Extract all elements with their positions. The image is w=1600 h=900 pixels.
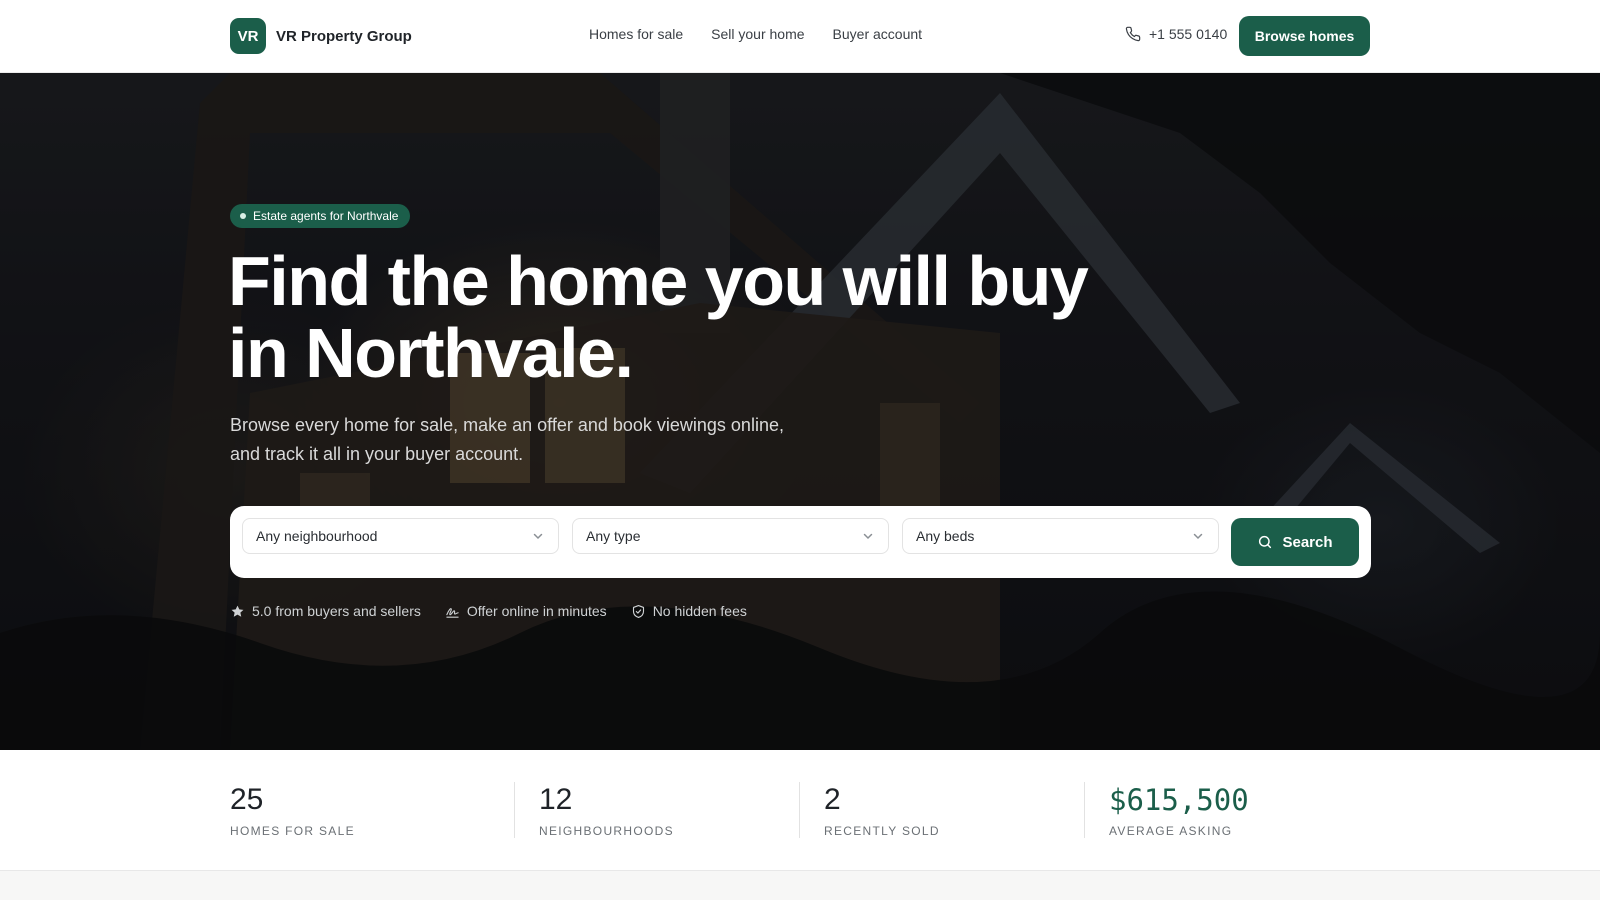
stats-bar: 25 HOMES FOR SALE 12 NEIGHBOURHOODS 2 RE… [0,750,1600,871]
trust-offer: Offer online in minutes [445,603,607,619]
trust-fees: No hidden fees [631,603,747,619]
phone-icon [1125,26,1141,42]
next-section-edge [0,871,1600,900]
type-value: Any type [586,528,641,544]
hero-title-line-2: in Northvale. [228,314,634,392]
stat-neighbourhoods: 12 NEIGHBOURHOODS [539,782,674,838]
neighbourhood-value: Any neighbourhood [256,528,378,544]
stat-divider [1084,782,1085,838]
search-panel: Any neighbourhood Any type Any beds Sear… [230,506,1371,578]
brand[interactable]: VR VR Property Group [230,18,412,54]
hero-subtitle: Browse every home for sale, make an offe… [230,415,784,464]
badge-dot [240,213,246,219]
beds-value: Any beds [916,528,975,544]
stat-divider [514,782,515,838]
type-select[interactable]: Any type [572,518,889,554]
stat-label: RECENTLY SOLD [824,824,940,838]
browse-homes-button[interactable]: Browse homes [1239,16,1370,56]
chevron-down-icon [1193,533,1203,540]
badge-label: Estate agents for Northvale [253,209,399,223]
hero-title-line-1: Find the home you will buy [228,242,1089,320]
chevron-down-icon [533,533,543,540]
stat-average-asking: $615,500 AVERAGE ASKING [1109,782,1249,838]
phone-link[interactable]: +1 555 0140 [1125,26,1227,42]
shield-check-icon [632,604,644,618]
stat-value: 25 [230,783,264,816]
hero: Estate agents for Northvale Find the hom… [0,73,1600,750]
main-nav: Homes for sale Sell your home Buyer acco… [589,26,922,42]
stat-value: 2 [824,783,841,816]
trust-rating: 5.0 from buyers and sellers [230,603,421,619]
brand-logo: VR [230,18,266,54]
stat-recently-sold: 2 RECENTLY SOLD [824,782,940,838]
stat-label: AVERAGE ASKING [1109,824,1233,838]
nav-buyer-account[interactable]: Buyer account [833,26,923,42]
stat-divider [799,782,800,838]
chevron-down-icon [863,533,873,540]
stat-homes-for-sale: 25 HOMES FOR SALE [230,782,355,838]
stat-label: NEIGHBOURHOODS [539,824,674,838]
site-header: VR VR Property Group Homes for sale Sell… [0,0,1600,73]
neighbourhood-select[interactable]: Any neighbourhood [242,518,559,554]
brand-name: VR Property Group [276,27,412,45]
search-icon [1259,535,1272,549]
trust-rating-text: 5.0 from buyers and sellers [252,603,421,619]
trust-fees-text: No hidden fees [652,603,747,619]
stat-value: $615,500 [1109,783,1249,817]
trust-signals: 5.0 from buyers and sellers Offer online… [230,603,747,619]
beds-select[interactable]: Any beds [902,518,1219,554]
search-button[interactable]: Search [1231,518,1359,566]
nav-sell-your-home[interactable]: Sell your home [711,26,804,42]
hero-title: Find the home you will buy in Northvale. [228,245,1108,389]
star-icon [231,605,244,617]
stat-value: 12 [539,783,573,816]
search-button-label: Search [1282,533,1333,551]
location-badge: Estate agents for Northvale [230,204,411,228]
signature-icon [446,607,459,618]
nav-homes-for-sale[interactable]: Homes for sale [589,26,683,42]
stat-label: HOMES FOR SALE [230,824,355,838]
trust-offer-text: Offer online in minutes [466,603,607,619]
phone-number: +1 555 0140 [1149,26,1228,42]
